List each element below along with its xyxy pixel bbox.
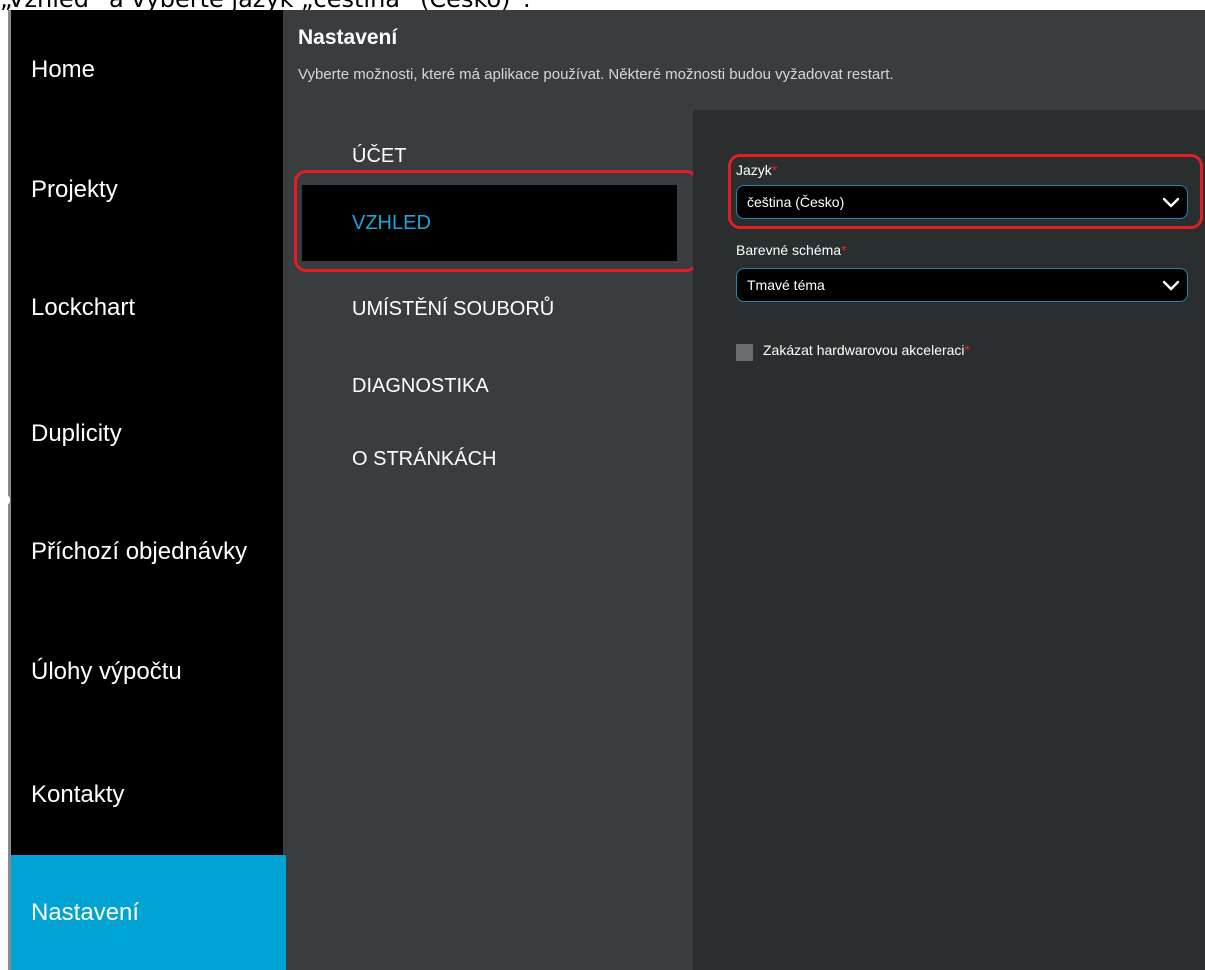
category-ucet[interactable]: ÚČET: [290, 118, 680, 194]
category-umisteni-souboru[interactable]: UMÍSTĚNÍ SOUBORŮ: [290, 271, 680, 347]
sidebar-item-duplicity[interactable]: Duplicity: [11, 376, 286, 492]
required-mark: *: [771, 162, 778, 178]
sidebar: Home Projekty Lockchart Duplicity Přícho…: [8, 10, 286, 970]
required-mark: *: [964, 342, 970, 358]
color-scheme-label-text: Barevné schéma: [736, 242, 842, 258]
page-title: Nastavení: [298, 26, 398, 49]
chevron-down-icon: [1162, 280, 1180, 291]
language-select[interactable]: čeština (Česko): [736, 185, 1188, 219]
color-scheme-label: Barevné schéma*: [736, 242, 847, 258]
color-scheme-select-value: Tmavé téma: [747, 277, 825, 293]
hw-acceleration-checkbox[interactable]: [736, 344, 753, 361]
category-diagnostika[interactable]: DIAGNOSTIKA: [290, 348, 680, 424]
app-window: Home Projekty Lockchart Duplicity Přícho…: [4, 10, 1205, 970]
appearance-panel: Jazyk* čeština (Česko) Barevné schéma* T…: [693, 110, 1205, 970]
settings-category-nav: ÚČET VZHLED UMÍSTĚNÍ SOUBORŮ DIAGNOSTIKA…: [290, 110, 698, 970]
sidebar-item-projekty[interactable]: Projekty: [11, 132, 286, 248]
language-label-text: Jazyk: [736, 162, 772, 178]
sidebar-item-ulohy-vypoctu[interactable]: Úlohy výpočtu: [11, 614, 286, 730]
hw-acceleration-label-text: Zakázat hardwarovou akceleraci: [763, 342, 965, 358]
chevron-down-icon: [1162, 197, 1180, 208]
sidebar-item-home[interactable]: Home: [11, 12, 286, 128]
language-label: Jazyk*: [736, 162, 777, 178]
category-vzhled[interactable]: VZHLED: [302, 185, 677, 261]
page-description: Vyberte možnosti, které má aplikace použ…: [298, 66, 894, 83]
sidebar-item-nastaveni[interactable]: Nastavení: [11, 855, 286, 970]
color-scheme-select[interactable]: Tmavé téma: [736, 268, 1188, 302]
sidebar-item-prichozi-objednavky[interactable]: Příchozí objednávky: [11, 494, 286, 610]
sidebar-item-kontakty[interactable]: Kontakty: [11, 737, 286, 853]
language-select-value: čeština (Česko): [747, 194, 845, 210]
category-o-strankach[interactable]: O STRÁNKÁCH: [290, 421, 680, 497]
hw-acceleration-label: Zakázat hardwarovou akceleraci*: [763, 342, 970, 358]
sidebar-item-lockchart[interactable]: Lockchart: [11, 250, 286, 366]
required-mark: *: [841, 242, 847, 258]
